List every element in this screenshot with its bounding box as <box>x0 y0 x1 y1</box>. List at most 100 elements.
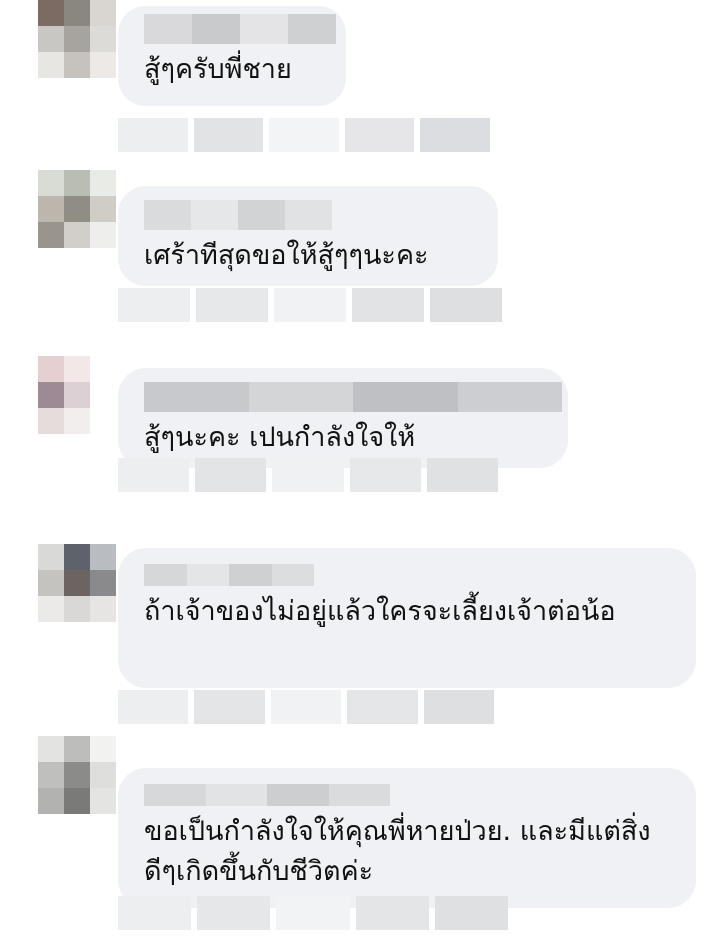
action-pixel <box>430 288 502 322</box>
comment-bubble: สู้ๆนะคะ เปนกำลังใจให้ <box>118 368 568 468</box>
comment-text: เศร้าทีสุดขอให้สู้ๆๆนะคะ <box>144 240 429 271</box>
avatar-pixel <box>38 222 64 248</box>
author-name-blurred[interactable] <box>144 382 562 412</box>
action-pixel <box>193 118 264 152</box>
author-name-pixel <box>144 784 206 806</box>
author-name-pixel <box>144 382 249 412</box>
action-pixel <box>194 690 265 724</box>
action-pixel <box>118 690 189 724</box>
action-pixel <box>195 458 267 492</box>
avatar[interactable] <box>38 736 116 814</box>
author-name-pixel <box>353 382 458 412</box>
avatar-pixel <box>90 222 116 248</box>
avatar-pixel <box>90 0 116 26</box>
comment-text: ขอเป็นกำลังใจให้คุณพี่หายป่วย. และมีแต่ส… <box>144 816 651 887</box>
author-name-pixel <box>248 382 353 412</box>
author-name-pixel <box>144 14 192 44</box>
avatar-pixel <box>90 26 116 52</box>
action-pixel <box>269 118 339 152</box>
author-name-pixel <box>457 382 562 412</box>
author-name-pixel <box>205 784 267 806</box>
avatar-pixel <box>90 570 116 596</box>
action-pixel <box>274 288 346 322</box>
action-pixel <box>344 118 415 152</box>
action-pixel <box>349 458 421 492</box>
author-name-pixel <box>144 200 191 230</box>
comment-actions-blurred[interactable] <box>118 690 495 724</box>
comment-actions-blurred[interactable] <box>118 118 490 152</box>
action-pixel <box>270 690 342 724</box>
author-name-pixel <box>285 200 332 230</box>
author-name-pixel <box>267 784 329 806</box>
avatar-pixel <box>64 570 90 596</box>
avatar-pixel <box>38 52 64 78</box>
author-name-pixel <box>288 14 336 44</box>
author-name-pixel <box>191 200 238 230</box>
action-pixel <box>420 118 490 152</box>
avatar-pixel <box>90 544 116 570</box>
avatar-pixel <box>38 570 64 596</box>
avatar-pixel <box>90 170 116 196</box>
author-name-blurred[interactable] <box>144 564 314 586</box>
action-pixel <box>197 896 271 930</box>
author-name-blurred[interactable] <box>144 14 336 44</box>
avatar[interactable] <box>38 356 116 434</box>
author-name-pixel <box>238 200 285 230</box>
avatar-pixel <box>64 736 90 762</box>
comment-bubble: สู้ๆครับพี่ชาย <box>118 6 346 106</box>
avatar-pixel <box>38 788 64 814</box>
avatar-pixel <box>38 382 64 408</box>
action-pixel <box>118 118 188 152</box>
avatar-pixel <box>64 788 90 814</box>
avatar-pixel <box>38 736 64 762</box>
avatar-pixel <box>64 544 90 570</box>
avatar-pixel <box>38 26 64 52</box>
avatar-pixel <box>90 52 116 78</box>
action-pixel <box>434 896 509 930</box>
action-pixel <box>423 690 495 724</box>
author-name-pixel <box>186 564 229 586</box>
avatar[interactable] <box>38 0 116 78</box>
avatar-pixel <box>64 26 90 52</box>
comment-actions-blurred[interactable] <box>118 458 499 492</box>
avatar-pixel <box>38 170 64 196</box>
comment-text: สู้ๆนะคะ เปนกำลังใจให้ <box>144 422 416 453</box>
comment-text: ถ้าเจ้าของไม่อยู่แล้วใครจะเลี้ยงเจ้าต่อน… <box>144 596 616 627</box>
action-pixel <box>272 458 344 492</box>
avatar-pixel <box>38 196 64 222</box>
avatar-pixel <box>64 196 90 222</box>
avatar-pixel <box>38 408 64 434</box>
avatar-pixel <box>38 596 64 622</box>
author-name-pixel <box>192 14 240 44</box>
avatar-pixel <box>64 762 90 788</box>
action-pixel <box>118 288 190 322</box>
avatar-pixel <box>38 544 64 570</box>
avatar-pixel <box>90 356 116 382</box>
avatar-pixel <box>90 382 116 408</box>
author-name-pixel <box>271 564 314 586</box>
comment-bubble: ถ้าเจ้าของไม่อยู่แล้วใครจะเลี้ยงเจ้าต่อน… <box>118 548 696 688</box>
comment-text: สู้ๆครับพี่ชาย <box>144 54 292 85</box>
action-pixel <box>352 288 424 322</box>
avatar-pixel <box>90 596 116 622</box>
avatar-pixel <box>90 408 116 434</box>
avatar-pixel <box>38 356 64 382</box>
avatar-pixel <box>64 170 90 196</box>
author-name-blurred[interactable] <box>144 784 390 806</box>
avatar-pixel <box>90 736 116 762</box>
avatar-pixel <box>64 222 90 248</box>
author-name-blurred[interactable] <box>144 200 332 230</box>
action-pixel <box>426 458 499 492</box>
comment-bubble: เศร้าทีสุดขอให้สู้ๆๆนะคะ <box>118 186 498 286</box>
avatar-pixel <box>38 762 64 788</box>
comment-actions-blurred[interactable] <box>118 288 502 322</box>
avatar-pixel <box>64 382 90 408</box>
avatar[interactable] <box>38 544 116 622</box>
avatar[interactable] <box>38 170 116 248</box>
author-name-pixel <box>240 14 288 44</box>
action-pixel <box>276 896 350 930</box>
avatar-pixel <box>64 408 90 434</box>
comment-actions-blurred[interactable] <box>118 896 509 930</box>
action-pixel <box>118 896 192 930</box>
avatar-pixel <box>64 596 90 622</box>
